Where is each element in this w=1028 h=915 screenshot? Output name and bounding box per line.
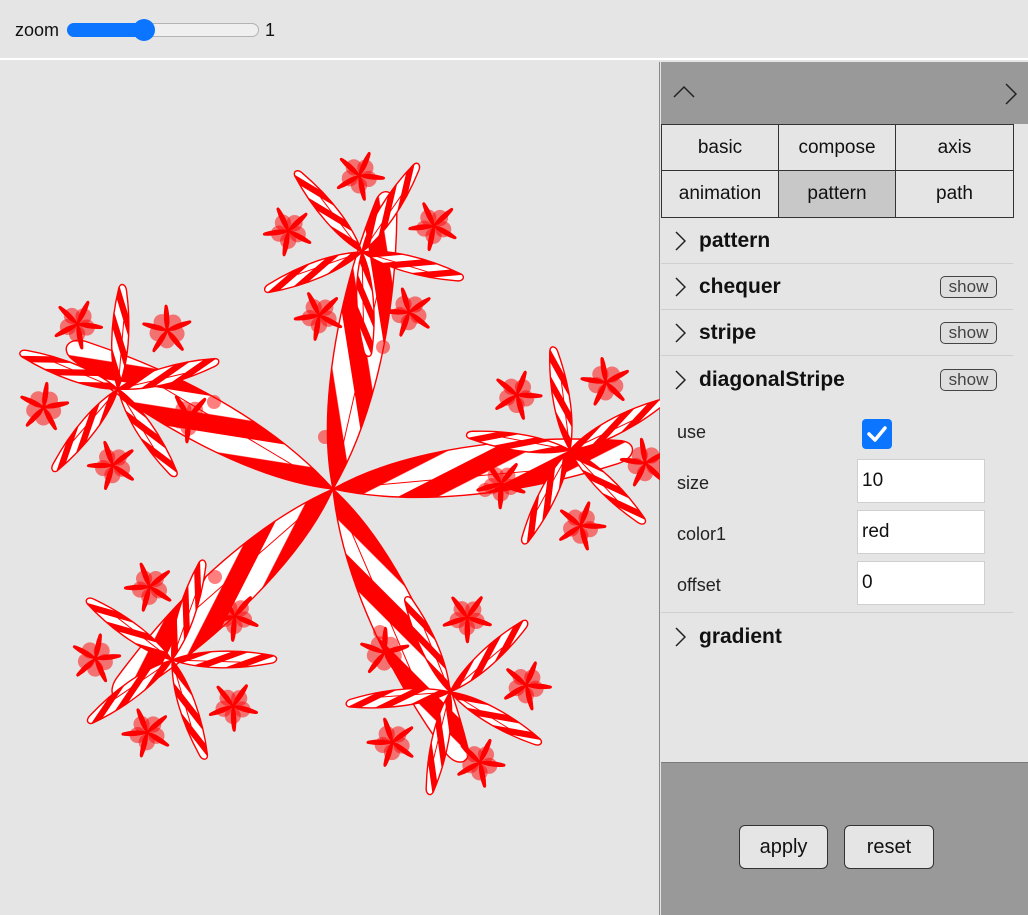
divider [661,612,1013,613]
striped-star [115,698,181,764]
offset-label: offset [677,575,721,596]
chevron-right-icon [674,323,686,343]
star-petal [160,660,218,760]
section-title: pattern [699,229,770,253]
section-title: stripe [699,321,756,345]
tab-basic[interactable]: basic [662,124,779,171]
stripe-show-button[interactable]: show [940,322,997,344]
zoom-label: zoom [15,20,59,41]
striped-star [484,361,548,425]
chequer-show-button[interactable]: show [940,276,997,298]
striped-star [81,431,146,496]
section-stripe[interactable]: stripe show [661,310,1013,356]
use-label: use [677,422,706,443]
bubble-dot [318,430,332,444]
reset-button[interactable]: reset [844,825,934,869]
striped-star [314,547,590,823]
section-title: diagonalStripe [699,368,845,392]
tab-compose[interactable]: compose [779,124,896,171]
tab-axis[interactable]: axis [896,124,1014,171]
striped-star [200,671,267,738]
offset-input[interactable]: 0 [857,561,985,605]
star-petal [525,346,596,450]
chevron-right-icon[interactable] [1004,82,1018,106]
chevron-right-icon [674,370,686,390]
zoom-slider[interactable] [67,20,259,40]
chevron-right-icon [674,277,686,297]
use-checkbox[interactable] [862,419,892,449]
color1-label: color1 [677,524,726,545]
striped-star [401,191,467,257]
chevron-right-icon [674,231,686,251]
section-title: gradient [699,625,782,649]
section-title: chequer [699,275,781,299]
bubble-dot [207,395,221,409]
bubble-dot [208,570,222,584]
striped-star [118,553,183,618]
striped-star [576,350,637,411]
striped-star [256,196,322,262]
zoom-slider-thumb[interactable] [133,19,155,41]
collapse-up-icon[interactable] [673,82,695,104]
bubble-dot [478,483,492,497]
chevron-right-icon [674,627,686,647]
size-input[interactable]: 10 [857,459,985,503]
drawing-canvas[interactable] [0,62,660,915]
striped-star [548,492,612,556]
zoom-value: 1 [265,20,275,41]
star-group [0,105,660,830]
tab-bar: basic compose axis animation pattern pat… [661,124,1013,218]
tab-animation[interactable]: animation [662,171,779,218]
striped-star [14,377,72,435]
striped-star [361,708,426,773]
bubble-dot [373,625,387,639]
section-gradient[interactable]: gradient [661,614,1013,660]
checkmark-icon [862,419,892,449]
section-diagonal-stripe[interactable]: diagonalStripe show [661,357,1013,403]
panel-header [661,62,1028,124]
fractal-star-drawing [0,62,660,915]
diagonal-stripe-show-button[interactable]: show [940,369,997,391]
color1-input[interactable]: red [857,510,985,554]
striped-star [493,651,558,716]
striped-star [434,582,501,649]
size-label: size [677,473,709,494]
tab-pattern[interactable]: pattern [779,171,896,218]
settings-panel: basic compose axis animation pattern pat… [661,62,1028,915]
section-chequer[interactable]: chequer show [661,264,1013,310]
bubble-dot [376,340,390,354]
tab-path[interactable]: path [896,171,1014,218]
apply-button[interactable]: apply [739,825,828,869]
top-toolbar: zoom 1 [0,0,1028,60]
section-pattern[interactable]: pattern [661,218,1013,264]
panel-footer: apply reset [661,762,1028,915]
